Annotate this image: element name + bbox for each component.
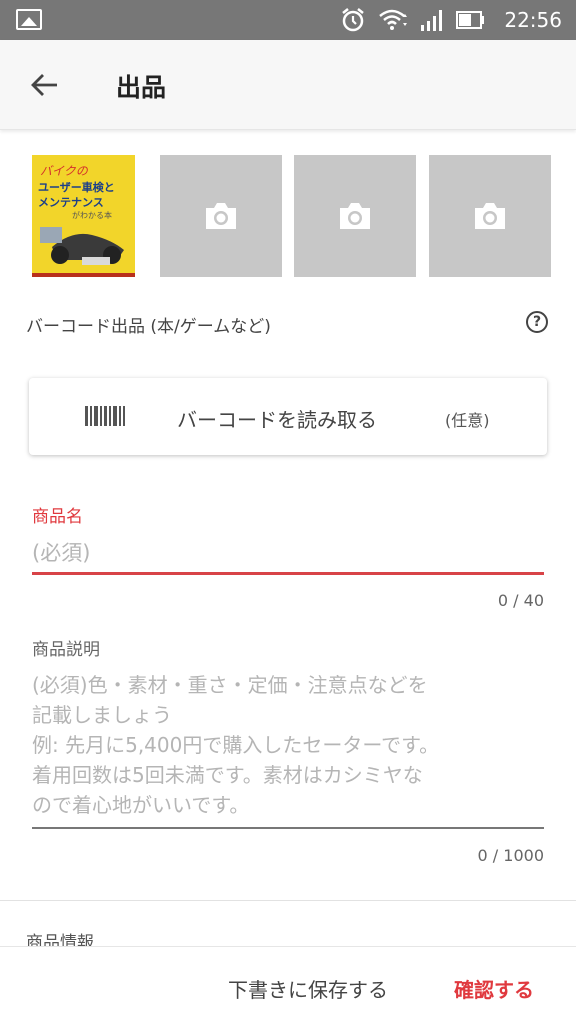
back-button[interactable]	[24, 68, 64, 102]
product-info-header: 商品情報	[26, 933, 94, 946]
photo-placeholder-2[interactable]	[160, 155, 282, 277]
save-draft-button[interactable]: 下書きに保存する	[228, 974, 388, 1003]
barcode-icon	[85, 406, 125, 426]
optional-label: (任意)	[445, 411, 490, 430]
gallery-icon	[16, 9, 42, 30]
question-circle-icon[interactable]: ?	[526, 311, 548, 333]
book-cover-image: バイクの ユーザー車検と メンテナンス がわかる本	[32, 155, 135, 277]
arrow-left-icon	[31, 74, 57, 96]
book-cover-line3: メンテナンス	[38, 196, 104, 209]
wifi-icon	[379, 9, 408, 30]
book-cover-line1: バイクの	[40, 164, 89, 178]
bottom-action-bar: 下書きに保存する 確認する	[0, 946, 576, 1024]
description-counter: 0 / 1000	[477, 846, 544, 865]
product-name-counter: 0 / 40	[497, 591, 544, 610]
description-textarea[interactable]: (必須)色・素材・重さ・定価・注意点などを 記載しましょう 例: 先月に5,40…	[32, 670, 544, 829]
alarm-icon	[342, 8, 365, 32]
scan-barcode-label: バーコードを読み取る	[177, 408, 377, 432]
product-name-input[interactable]	[32, 533, 544, 575]
product-name-label: 商品名	[32, 507, 83, 527]
description-label: 商品説明	[32, 640, 100, 660]
scan-barcode-button[interactable]: バーコードを読み取る (任意)	[29, 378, 547, 455]
signal-icon	[421, 10, 443, 31]
battery-icon	[456, 11, 485, 29]
camera-icon	[475, 203, 505, 229]
barcode-label: バーコード出品 (本/ゲームなど)	[26, 317, 271, 337]
photo-placeholder-3[interactable]	[294, 155, 416, 277]
status-icons: 22:56	[340, 6, 562, 34]
barcode-section-header: バーコード出品 (本/ゲームなど) ?	[26, 308, 550, 338]
book-cover-line4: がわかる本	[72, 210, 112, 220]
book-cover-line2: ユーザー車検と	[38, 180, 115, 194]
photo-strip: バイクの ユーザー車検と メンテナンス がわかる本	[32, 155, 552, 277]
status-bar: 22:56	[0, 0, 576, 40]
camera-icon	[340, 203, 370, 229]
app-bar: 出品	[0, 40, 576, 130]
photo-placeholder-4[interactable]	[429, 155, 551, 277]
camera-icon	[206, 203, 236, 229]
confirm-button[interactable]: 確認する	[454, 974, 534, 1003]
page-title: 出品	[116, 73, 167, 102]
section-divider	[0, 900, 576, 901]
status-time: 22:56	[504, 8, 562, 32]
photo-thumbnail-1[interactable]: バイクの ユーザー車検と メンテナンス がわかる本	[32, 155, 135, 277]
